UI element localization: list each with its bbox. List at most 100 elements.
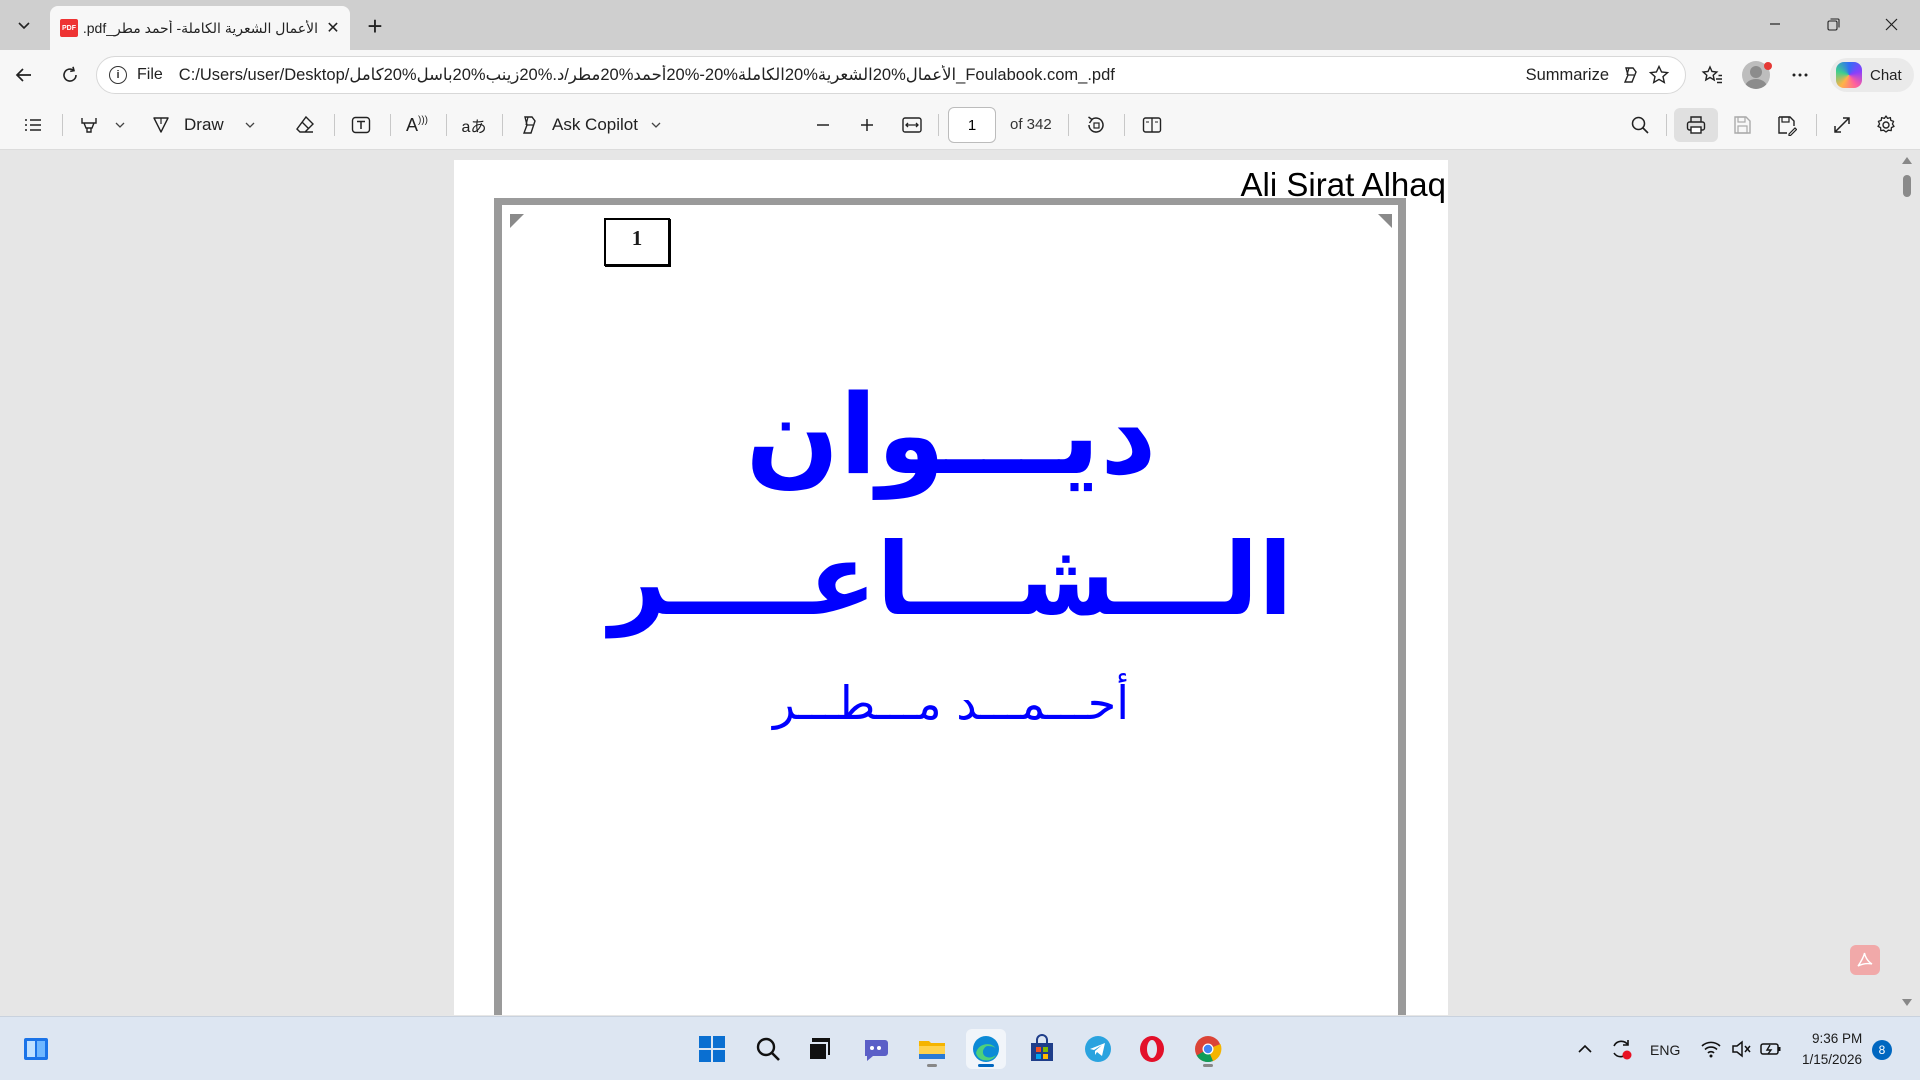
toolbar-divider xyxy=(1068,114,1069,136)
minimize-icon xyxy=(1770,23,1780,25)
input-language-indicator[interactable]: ENG xyxy=(1650,1042,1680,1058)
edge-browser-icon xyxy=(973,1036,999,1062)
erase-button[interactable] xyxy=(288,108,322,142)
info-icon[interactable]: i xyxy=(109,66,127,84)
highlighter-icon xyxy=(81,118,97,133)
close-window-button[interactable] xyxy=(1862,0,1920,48)
refresh-button[interactable] xyxy=(52,58,88,92)
pdf-viewer[interactable]: Ali Sirat Alhaq 1 ديـــوان الـــشـــاعــ… xyxy=(0,151,1920,1015)
widgets-button[interactable] xyxy=(16,1029,56,1069)
refresh-icon xyxy=(63,66,77,82)
save-as-icon xyxy=(1778,116,1797,136)
notification-count-badge[interactable]: 8 xyxy=(1872,1040,1892,1060)
teams-chat-icon xyxy=(865,1040,888,1061)
save-button[interactable] xyxy=(1722,108,1762,142)
table-of-contents-button[interactable] xyxy=(16,108,50,142)
sync-tray-button[interactable] xyxy=(1604,1029,1638,1069)
pdf-toolbar: Draw A))) aあ Ask Copilot of 342 xyxy=(0,100,1920,150)
ask-copilot-button[interactable]: Ask Copilot xyxy=(518,108,676,142)
toolbar-divider xyxy=(446,114,447,136)
find-button[interactable] xyxy=(1622,108,1658,142)
scroll-thumb[interactable] xyxy=(1903,175,1911,197)
address-row: i File C:/Users/user/Desktop/الأعمال%20ا… xyxy=(0,50,1920,100)
title-line-1: ديـــوان xyxy=(745,371,1157,499)
tab-close-icon[interactable]: ✕ xyxy=(324,19,342,37)
save-icon xyxy=(1734,116,1751,134)
task-view-button[interactable] xyxy=(800,1029,840,1069)
zoom-out-button[interactable] xyxy=(806,108,840,142)
start-button[interactable] xyxy=(692,1029,732,1069)
highlight-button[interactable] xyxy=(72,108,132,142)
full-screen-button[interactable] xyxy=(1824,108,1860,142)
copilot-chat-button[interactable]: Chat xyxy=(1830,58,1914,92)
edge-button[interactable] xyxy=(966,1029,1006,1069)
zoom-in-button[interactable] xyxy=(850,108,884,142)
fit-to-width-button[interactable] xyxy=(894,108,930,142)
vertical-scrollbar[interactable] xyxy=(1894,151,1920,1015)
opera-button[interactable] xyxy=(1132,1029,1172,1069)
translate-button[interactable]: aあ xyxy=(456,108,492,142)
corner-ornament-right xyxy=(1378,214,1392,228)
search-taskbar-button[interactable] xyxy=(748,1029,788,1069)
active-tab[interactable]: PDF الأعمال الشعرية الكاملة- أحمد مطر_Al… xyxy=(50,6,350,50)
copilot-summarize-icon[interactable] xyxy=(1617,61,1645,89)
file-explorer-button[interactable] xyxy=(912,1029,952,1069)
battery-button[interactable] xyxy=(1756,1029,1786,1069)
telegram-button[interactable] xyxy=(1078,1029,1118,1069)
pdf-settings-button[interactable] xyxy=(1868,108,1904,142)
chrome-button[interactable] xyxy=(1188,1029,1228,1069)
favorites-button[interactable] xyxy=(1694,58,1730,92)
read-aloud-button[interactable]: A))) xyxy=(400,108,434,142)
network-button[interactable] xyxy=(1696,1029,1726,1069)
save-as-button[interactable] xyxy=(1766,108,1806,142)
show-hidden-icons-button[interactable] xyxy=(1570,1029,1600,1069)
new-tab-button[interactable]: + xyxy=(358,10,392,42)
microsoft-store-button[interactable] xyxy=(1022,1029,1062,1069)
page-count: of 342 xyxy=(1010,116,1052,133)
chat-label: Chat xyxy=(1870,66,1902,84)
pdf-file-icon: PDF xyxy=(60,19,78,37)
running-indicator xyxy=(927,1064,937,1067)
clock-date[interactable]: 1/15/2026 xyxy=(1802,1052,1862,1067)
volume-muted-icon xyxy=(1732,1040,1751,1058)
minimize-button[interactable] xyxy=(1746,0,1804,48)
draw-label: Draw xyxy=(184,115,224,134)
summarize-button[interactable]: Summarize xyxy=(1526,66,1609,85)
address-bar[interactable]: i File C:/Users/user/Desktop/الأعمال%20ا… xyxy=(96,56,1686,94)
search-icon xyxy=(1631,116,1649,134)
plus-icon xyxy=(861,119,873,131)
back-button[interactable] xyxy=(6,58,42,92)
draw-button[interactable]: Draw xyxy=(150,108,270,142)
chevron-down-icon xyxy=(115,122,125,128)
tab-actions-menu-button[interactable] xyxy=(6,8,42,42)
search-icon xyxy=(756,1037,780,1061)
text-box-icon xyxy=(351,116,371,134)
task-view-icon xyxy=(808,1038,830,1061)
acrobat-icon[interactable] xyxy=(1850,945,1880,975)
chevron-down-icon xyxy=(651,122,661,128)
active-indicator xyxy=(978,1064,994,1067)
chevron-up-icon xyxy=(1578,1044,1592,1053)
scroll-up-arrow-icon[interactable] xyxy=(1902,157,1912,164)
add-text-button[interactable] xyxy=(344,108,378,142)
arrow-left-icon xyxy=(15,68,31,82)
read-aloud-icon: A xyxy=(405,114,418,135)
favorites-list-icon xyxy=(1701,65,1722,84)
volume-button[interactable] xyxy=(1726,1029,1756,1069)
favorite-star-icon[interactable] xyxy=(1645,61,1673,89)
ask-copilot-label: Ask Copilot xyxy=(552,115,638,134)
telegram-icon xyxy=(1085,1036,1111,1062)
print-button[interactable] xyxy=(1674,108,1718,142)
page-number-input[interactable] xyxy=(948,107,996,143)
clock-time[interactable]: 9:36 PM xyxy=(1812,1031,1862,1046)
url-text[interactable]: C:/Users/user/Desktop/الأعمال%20الشعرية%… xyxy=(179,65,1526,85)
settings-and-more-button[interactable] xyxy=(1782,58,1818,92)
teams-button[interactable] xyxy=(856,1029,896,1069)
rotate-button[interactable] xyxy=(1078,108,1114,142)
restore-button[interactable] xyxy=(1804,0,1862,48)
profile-button[interactable] xyxy=(1738,58,1774,92)
store-icon xyxy=(1031,1034,1053,1061)
page-view-button[interactable] xyxy=(1134,108,1170,142)
scroll-down-arrow-icon[interactable] xyxy=(1902,999,1912,1006)
toolbar-divider xyxy=(62,114,63,136)
